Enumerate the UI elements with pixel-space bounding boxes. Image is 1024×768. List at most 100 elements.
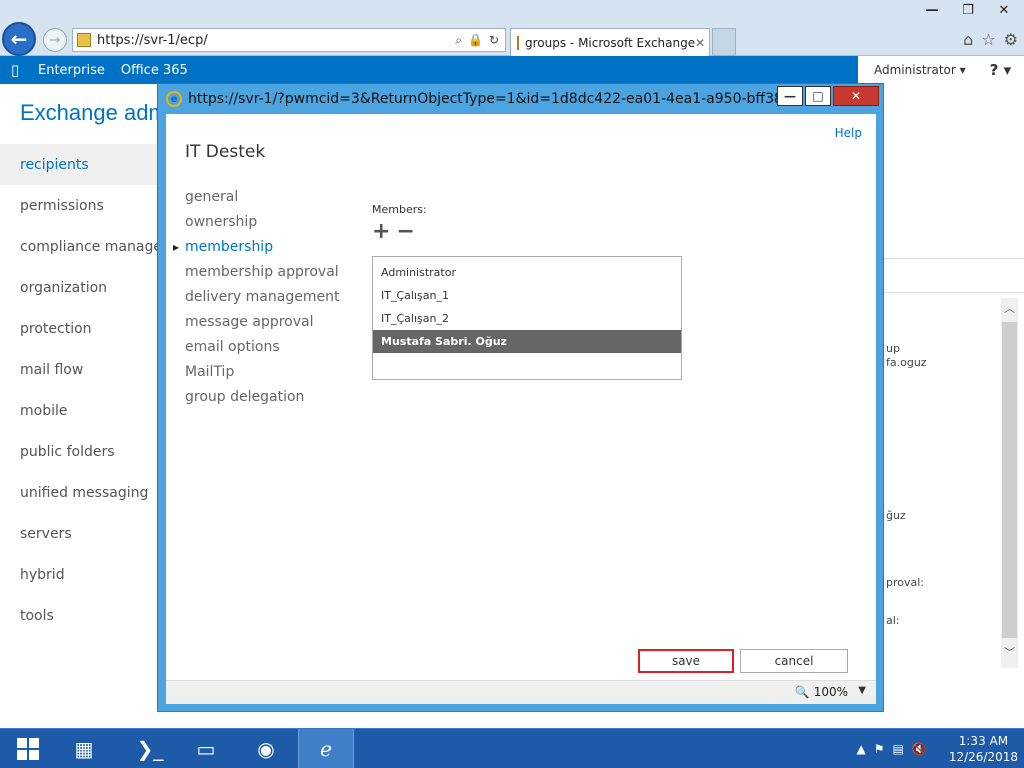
tab-title: groups - Microsoft Exchange [525, 35, 696, 50]
save-button[interactable]: save [638, 649, 734, 673]
detail-fragment: ğuz [886, 509, 906, 522]
dialog-maximize-button[interactable]: □ [805, 86, 831, 106]
page-favicon-icon [77, 33, 91, 47]
nav-item-recipients[interactable]: recipients [0, 144, 160, 185]
nav-item-protection[interactable]: protection [0, 308, 160, 349]
home-icon[interactable]: ⌂ [963, 30, 973, 49]
divider [884, 258, 1024, 259]
list-item[interactable]: Administrator [373, 261, 681, 284]
group-properties-dialog: e https://svr-1/?pwmcid=3&ReturnObjectTy… [157, 83, 884, 712]
minimize-button[interactable]: — [914, 0, 950, 20]
office-logo-icon[interactable]: ▯ [0, 56, 30, 84]
scroll-thumb[interactable] [1002, 322, 1017, 638]
volume-muted-icon[interactable]: 🔇 [912, 742, 927, 756]
lock-icon[interactable]: 🔒 [468, 33, 483, 48]
members-label: Members: [372, 203, 427, 216]
nav-item-organization[interactable]: organization [0, 267, 160, 308]
nav-office365[interactable]: Office 365 [113, 63, 196, 78]
zoom-level: 100% [813, 685, 848, 699]
section-membership-approval[interactable]: membership approval [185, 259, 339, 284]
user-area: Administrator ▾ ? ▾ [858, 56, 1024, 84]
tab-close-icon[interactable]: ✕ [695, 36, 705, 50]
dialog-status-bar: 🔍 100% ▼ [166, 680, 876, 704]
help-menu[interactable]: ? ▾ [990, 61, 1011, 79]
clock[interactable]: 1:33 AM 12/26/2018 [949, 733, 1018, 765]
group-name: IT Destek [185, 142, 266, 162]
nav-item-permissions[interactable]: permissions [0, 185, 160, 226]
member-actions: + − [372, 221, 415, 243]
left-nav: recipients permissions compliance manage… [0, 144, 160, 636]
favorites-star-icon[interactable]: ☆ [981, 30, 995, 49]
dialog-titlebar: e https://svr-1/?pwmcid=3&ReturnObjectTy… [158, 84, 883, 114]
server-manager-icon[interactable]: ▦ [56, 729, 112, 768]
section-delivery-management[interactable]: delivery management [185, 284, 339, 309]
scroll-up-icon[interactable]: ︿ [1001, 298, 1018, 318]
detail-fragment: fa.oguz [886, 356, 927, 369]
remove-member-icon[interactable]: − [396, 221, 414, 243]
new-tab-button[interactable] [712, 28, 736, 56]
system-tray: ▲ ⚑ ▤ 🔇 1:33 AM 12/26/2018 [857, 729, 1018, 768]
list-item-selected[interactable]: Mustafa Sabri. Oğuz [373, 330, 681, 353]
help-link[interactable]: Help [835, 126, 862, 140]
powershell-icon[interactable]: ❯_ [122, 729, 178, 768]
gear-icon[interactable]: ⚙ [1004, 30, 1018, 49]
address-bar[interactable]: https://svr-1/ecp/ ⌕ 🔒 ↻ [72, 28, 506, 52]
list-item[interactable]: IT_Çalışan_2 [373, 307, 681, 330]
restore-button[interactable]: ❐ [950, 0, 986, 20]
details-scrollbar[interactable]: ︿ ﹀ [1001, 298, 1018, 668]
browser-tab[interactable]: groups - Microsoft Exchange ✕ [510, 28, 710, 56]
clock-time: 1:33 AM [958, 734, 1009, 748]
action-center-icon[interactable]: ⚑ [874, 742, 885, 756]
nav-item-servers[interactable]: servers [0, 513, 160, 554]
exchange-topbar: ▯ Enterprise Office 365 Administrator ▾ … [0, 56, 1024, 84]
clock-date: 12/26/2018 [948, 750, 1018, 764]
nav-item-unified-messaging[interactable]: unified messaging [0, 472, 160, 513]
section-group-delegation[interactable]: group delegation [185, 384, 339, 409]
internet-explorer-icon[interactable]: ℯ [298, 729, 354, 768]
dialog-body: Help IT Destek general ownership members… [166, 114, 876, 680]
app-title: Exchange adm [20, 100, 167, 125]
section-message-approval[interactable]: message approval [185, 309, 339, 334]
dialog-minimize-button[interactable]: — [777, 86, 803, 106]
nav-item-compliance[interactable]: compliance managem [0, 226, 160, 267]
divider [884, 292, 1024, 293]
close-button[interactable]: ✕ [986, 0, 1022, 20]
nav-item-mobile[interactable]: mobile [0, 390, 160, 431]
members-list[interactable]: Administrator IT_Çalışan_1 IT_Çalışan_2 … [372, 256, 682, 380]
section-email-options[interactable]: email options [185, 334, 339, 359]
refresh-icon[interactable]: ↻ [489, 33, 499, 48]
forward-button[interactable]: → [43, 28, 67, 52]
section-membership[interactable]: membership [173, 234, 339, 259]
section-general[interactable]: general [185, 184, 339, 209]
chevron-down-icon[interactable]: ▼ [858, 685, 866, 696]
browser-chrome: ← → https://svr-1/ecp/ ⌕ 🔒 ↻ groups - Mi… [0, 0, 1024, 56]
start-button[interactable] [0, 729, 56, 768]
dialog-close-button[interactable]: ✕ [833, 86, 879, 106]
detail-fragment: al: [886, 614, 900, 627]
arrow-left-icon: ← [10, 27, 28, 51]
add-member-icon[interactable]: + [372, 221, 390, 243]
nav-item-hybrid[interactable]: hybrid [0, 554, 160, 595]
zoom-control[interactable]: 🔍 100% [795, 685, 848, 699]
tray-expand-icon[interactable]: ▲ [857, 742, 866, 756]
address-url[interactable]: https://svr-1/ecp/ [97, 33, 455, 48]
user-menu[interactable]: Administrator ▾ [874, 63, 966, 77]
network-icon[interactable]: ▤ [893, 742, 904, 756]
section-ownership[interactable]: ownership [185, 209, 339, 234]
tab-favicon-icon [517, 35, 519, 50]
nav-item-public-folders[interactable]: public folders [0, 431, 160, 472]
list-item[interactable]: IT_Çalışan_1 [373, 284, 681, 307]
file-explorer-icon[interactable]: ▭ [178, 729, 234, 768]
chrome-icon[interactable]: ◉ [238, 729, 294, 768]
arrow-right-icon: → [49, 32, 61, 48]
windows-logo-icon [17, 738, 39, 760]
search-icon[interactable]: ⌕ [455, 33, 462, 48]
nav-item-mail-flow[interactable]: mail flow [0, 349, 160, 390]
scroll-down-icon[interactable]: ﹀ [1001, 642, 1018, 662]
section-mailtip[interactable]: MailTip [185, 359, 339, 384]
nav-item-tools[interactable]: tools [0, 595, 160, 636]
nav-enterprise[interactable]: Enterprise [30, 63, 113, 78]
section-nav: general ownership membership membership … [173, 184, 339, 409]
cancel-button[interactable]: cancel [740, 649, 848, 673]
back-button[interactable]: ← [2, 22, 36, 56]
